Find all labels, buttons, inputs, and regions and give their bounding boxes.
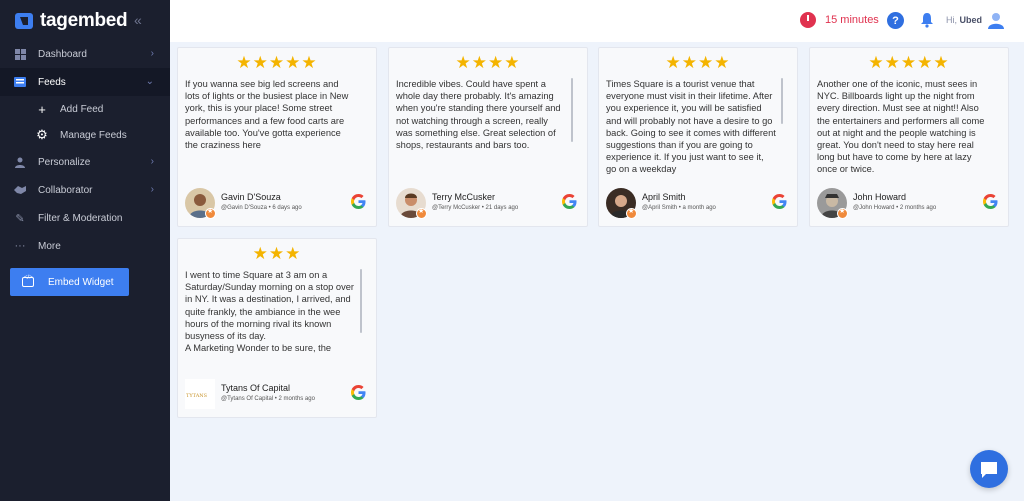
review-author: April Smith @April Smith • a month ago bbox=[606, 188, 792, 220]
review-text: If you wanna see big led screens and lot… bbox=[185, 79, 349, 151]
plus-icon: + bbox=[38, 101, 46, 117]
reviewer-badge-icon bbox=[205, 207, 216, 219]
review-text: Times Square is a tourist venue that eve… bbox=[606, 79, 776, 175]
sidebar-item-label: More bbox=[38, 240, 61, 252]
tagembed-logo-icon bbox=[15, 13, 33, 29]
sidebar-item-feeds[interactable]: Feeds ⌄ bbox=[0, 68, 170, 96]
review-author: John Howard @John Howard • 2 months ago bbox=[817, 188, 1003, 220]
author-meta: @Gavin D'Souza • 6 days ago bbox=[221, 205, 302, 211]
sidebar-item-label: Feeds bbox=[38, 76, 66, 88]
gear-icon: ⚙ bbox=[36, 127, 48, 142]
trial-timer: 15 minutes bbox=[825, 14, 879, 26]
sidebar-item-filter-moderation[interactable]: ✎ Filter & Moderation bbox=[0, 204, 170, 232]
google-icon[interactable] bbox=[351, 194, 366, 209]
review-text: Another one of the iconic, must sees in … bbox=[817, 79, 985, 175]
review-scrollbar[interactable] bbox=[571, 78, 573, 142]
chevron-right-icon: › bbox=[150, 48, 154, 59]
review-text: Incredible vibes. Could have spent a who… bbox=[396, 79, 561, 151]
dashboard-icon bbox=[14, 48, 26, 60]
sidebar-item-label: Collaborator bbox=[38, 184, 93, 196]
review-card[interactable]: ★★★★★ If you wanna see big led screens a… bbox=[177, 47, 377, 227]
avatar: TYTANS bbox=[185, 379, 215, 409]
feeds-icon bbox=[14, 76, 26, 88]
reviewer-badge-icon bbox=[416, 207, 427, 219]
sidebar-item-label: Filter & Moderation bbox=[38, 212, 123, 224]
embed-widget-label: Embed Widget bbox=[48, 276, 114, 288]
brand[interactable]: tagembed bbox=[14, 10, 128, 32]
chevron-right-icon: › bbox=[150, 156, 154, 167]
sidebar-item-personalize[interactable]: Personalize › bbox=[0, 148, 170, 176]
review-text: I went to time Square at 3 am on a Satur… bbox=[185, 270, 354, 354]
star-rating: ★★★★★ bbox=[868, 53, 950, 72]
user-greeting: Hi, Ubed bbox=[946, 15, 982, 25]
author-name: Tytans Of Capital bbox=[221, 383, 291, 393]
author-name: John Howard bbox=[853, 192, 907, 202]
user-avatar-icon[interactable] bbox=[987, 11, 1005, 29]
embed-widget-button[interactable]: Embed Widget bbox=[10, 268, 129, 296]
person-icon bbox=[14, 156, 26, 168]
handshake-icon bbox=[14, 184, 26, 196]
star-rating: ★★★★ bbox=[665, 53, 731, 72]
google-icon[interactable] bbox=[562, 194, 577, 209]
review-card[interactable]: ★★★★★ Another one of the iconic, must se… bbox=[809, 47, 1009, 227]
review-scrollbar[interactable] bbox=[781, 78, 783, 124]
top-bar: 15 minutes ? Hi, Ubed bbox=[170, 0, 1024, 42]
author-meta: @Tytans Of Capital • 2 months ago bbox=[221, 396, 315, 402]
star-rating: ★★★★★ bbox=[236, 53, 318, 72]
google-icon[interactable] bbox=[983, 194, 998, 209]
greeting-text: Hi, bbox=[946, 15, 957, 25]
review-card[interactable]: ★★★★ Incredible vibes. Could have spent … bbox=[388, 47, 588, 227]
chevron-down-icon: ⌄ bbox=[145, 76, 154, 87]
sidebar-item-add-feed[interactable]: + Add Feed bbox=[0, 96, 170, 122]
collapse-sidebar-icon[interactable]: « bbox=[134, 12, 142, 28]
chat-icon bbox=[981, 462, 997, 478]
code-icon bbox=[22, 275, 34, 287]
google-icon[interactable] bbox=[772, 194, 787, 209]
review-card[interactable]: ★★★ I went to time Square at 3 am on a S… bbox=[177, 238, 377, 418]
sidebar-item-more[interactable]: ··· More bbox=[0, 232, 170, 260]
review-card[interactable]: ★★★★ Times Square is a tourist venue tha… bbox=[598, 47, 798, 227]
sidebar-item-label: Personalize bbox=[38, 156, 91, 168]
author-meta: @John Howard • 2 months ago bbox=[853, 205, 937, 211]
reviewer-badge-icon bbox=[837, 207, 848, 219]
brand-name: tagembed bbox=[40, 10, 128, 31]
author-name: April Smith bbox=[642, 192, 686, 202]
review-author: Terry McCusker @Terry McCusker • 21 days… bbox=[396, 188, 582, 220]
sidebar-item-manage-feeds[interactable]: ⚙ Manage Feeds bbox=[0, 122, 170, 148]
author-name: Terry McCusker bbox=[432, 192, 496, 202]
review-author: TYTANS Tytans Of Capital @Tytans Of Capi… bbox=[185, 379, 371, 411]
google-icon[interactable] bbox=[351, 385, 366, 400]
more-dots-icon: ··· bbox=[14, 240, 26, 252]
reviewer-badge-icon bbox=[626, 207, 637, 219]
sidebar-item-label: Add Feed bbox=[60, 103, 104, 115]
star-rating: ★★★★ bbox=[455, 53, 521, 72]
chat-button[interactable] bbox=[970, 450, 1008, 488]
sidebar-item-collaborator[interactable]: Collaborator › bbox=[0, 176, 170, 204]
review-scrollbar[interactable] bbox=[360, 269, 362, 333]
svg-text:TYTANS: TYTANS bbox=[186, 393, 208, 399]
chevron-right-icon: › bbox=[150, 184, 154, 195]
author-name: Gavin D'Souza bbox=[221, 192, 281, 202]
sidebar-nav: Dashboard › Feeds ⌄ + Add Feed ⚙ Manage … bbox=[0, 40, 170, 260]
review-author: Gavin D'Souza @Gavin D'Souza • 6 days ag… bbox=[185, 188, 371, 220]
author-meta: @April Smith • a month ago bbox=[642, 205, 716, 211]
bell-icon[interactable] bbox=[920, 12, 934, 28]
author-meta: @Terry McCusker • 21 days ago bbox=[432, 205, 519, 211]
user-name: Ubed bbox=[959, 15, 983, 25]
sidebar-item-dashboard[interactable]: Dashboard › bbox=[0, 40, 170, 68]
sidebar-item-label: Manage Feeds bbox=[60, 129, 127, 141]
sidebar-item-label: Dashboard bbox=[38, 48, 87, 60]
pencil-icon: ✎ bbox=[15, 212, 25, 225]
star-rating: ★★★ bbox=[252, 244, 302, 263]
clock-icon bbox=[800, 12, 816, 28]
help-icon[interactable]: ? bbox=[887, 12, 904, 29]
sidebar: tagembed « Dashboard › Feeds ⌄ + Add Fee… bbox=[0, 0, 170, 501]
